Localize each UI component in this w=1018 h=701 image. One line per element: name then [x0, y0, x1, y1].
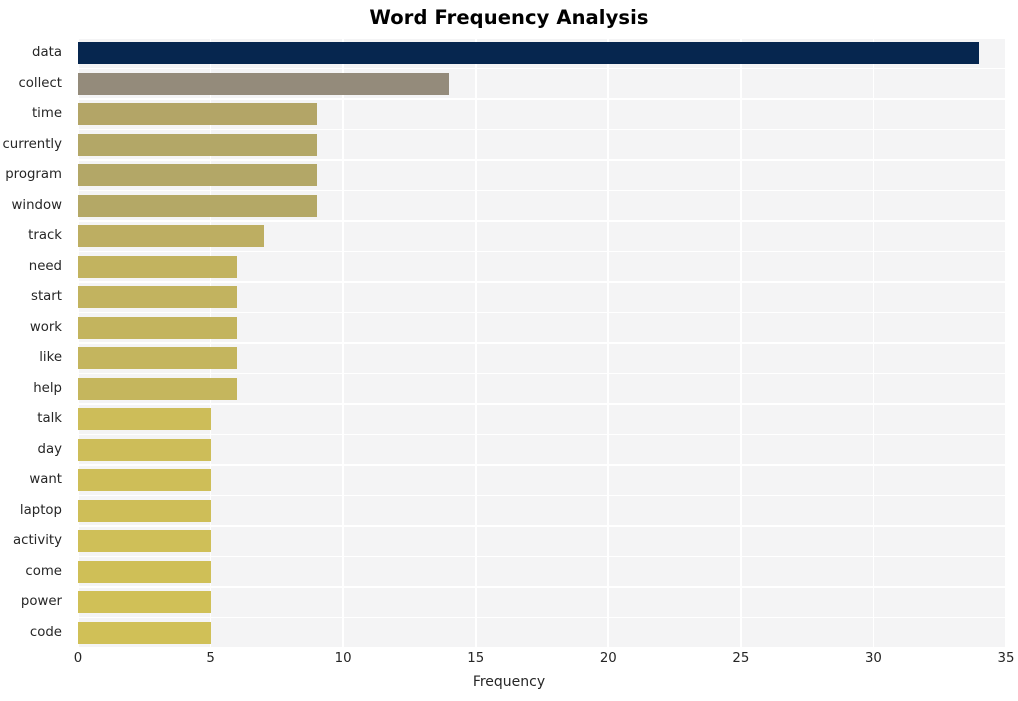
gridline-vertical: [1005, 38, 1007, 648]
gridline-horizontal: [78, 128, 1006, 131]
y-axis-tick-label: work: [29, 319, 62, 335]
gridline-horizontal: [78, 555, 1006, 558]
x-axis-tick-labels: 0 5 10 15 20 25 30 35: [74, 651, 1015, 673]
bar: [78, 377, 238, 400]
bar: [78, 72, 450, 95]
y-axis-tick-label: currently: [2, 136, 62, 152]
gridline-horizontal: [78, 98, 1006, 100]
bar: [78, 42, 980, 65]
y-axis-tick-label: window: [11, 197, 62, 213]
x-axis-tick-label: 10: [334, 651, 352, 666]
gridline-horizontal: [78, 586, 1006, 588]
gridline-horizontal: [78, 281, 1006, 283]
y-axis-tick-labels: data collect time currently program window tra…: [0, 38, 70, 648]
word-frequency-bar-chart: Word Frequency Analysis data collect time c…: [0, 0, 1018, 701]
bar: [78, 560, 211, 583]
bar: [78, 499, 211, 522]
y-axis-tick-label: code: [29, 624, 62, 640]
y-axis-tick-label: power: [20, 594, 62, 610]
bar: [78, 408, 211, 431]
gridline-horizontal: [78, 311, 1006, 314]
x-axis-title: Frequency: [472, 674, 546, 690]
y-axis-tick-label: time: [31, 106, 62, 122]
y-axis-tick-label: collect: [18, 75, 62, 91]
bar: [78, 621, 211, 644]
bar: [78, 255, 238, 278]
gridline-horizontal: [78, 250, 1006, 253]
bar: [78, 530, 211, 553]
gridline-vertical: [342, 38, 344, 648]
y-axis-tick-label: day: [37, 441, 62, 457]
bar: [78, 103, 317, 126]
gridline-horizontal: [78, 403, 1006, 405]
bar: [78, 164, 317, 187]
gridline-vertical: [209, 38, 212, 648]
y-axis-tick-label: track: [28, 228, 62, 244]
plot-area: [77, 37, 1007, 649]
gridline-horizontal: [78, 220, 1006, 222]
y-axis-tick-label: like: [39, 350, 62, 366]
gridline-horizontal: [78, 189, 1006, 192]
gridline-horizontal: [78, 37, 1006, 39]
x-axis-tick-label: 35: [997, 651, 1015, 666]
bar: [78, 347, 238, 370]
gridline-horizontal: [78, 464, 1006, 466]
bar: [78, 225, 264, 248]
y-axis-tick-label: laptop: [19, 502, 62, 518]
chart-title: Word Frequency Analysis: [369, 6, 649, 29]
gridline-horizontal: [78, 616, 1006, 619]
y-axis-tick-label: need: [28, 258, 62, 274]
y-axis-tick-label: want: [29, 472, 62, 488]
bar: [78, 591, 211, 614]
gridline-horizontal: [78, 67, 1006, 70]
gridline-horizontal: [78, 159, 1006, 161]
bar: [78, 194, 317, 217]
bar: [78, 286, 238, 309]
bar: [78, 133, 317, 156]
y-axis-tick-label: data: [32, 45, 62, 61]
x-axis-tick-label: 20: [599, 651, 617, 666]
gridline-horizontal: [78, 647, 1006, 649]
gridline-vertical: [607, 38, 610, 648]
gridline-vertical: [77, 38, 79, 648]
gridline-horizontal: [78, 433, 1006, 436]
gridline-vertical: [474, 38, 477, 648]
y-axis-tick-label: start: [31, 289, 62, 305]
gridline-horizontal: [78, 342, 1006, 344]
x-axis-tick-label: 5: [206, 651, 215, 666]
x-axis-tick-label: 0: [73, 651, 83, 666]
bar: [78, 469, 211, 492]
y-axis-tick-label: talk: [37, 411, 62, 427]
x-axis-tick-label: 25: [732, 651, 750, 666]
y-axis-tick-label: program: [5, 167, 62, 183]
gridline-vertical: [872, 38, 875, 648]
x-axis-tick-label: 15: [467, 651, 485, 666]
gridline-vertical: [740, 38, 742, 648]
bar: [78, 438, 211, 461]
y-axis-tick-label: come: [25, 563, 62, 579]
y-axis-tick-label: activity: [12, 533, 62, 549]
x-axis-tick-label: 30: [864, 651, 882, 666]
gridline-horizontal: [78, 372, 1006, 375]
bar: [78, 316, 238, 339]
y-axis-tick-label: help: [33, 380, 62, 396]
gridline-horizontal: [78, 494, 1006, 497]
gridline-horizontal: [78, 525, 1006, 527]
